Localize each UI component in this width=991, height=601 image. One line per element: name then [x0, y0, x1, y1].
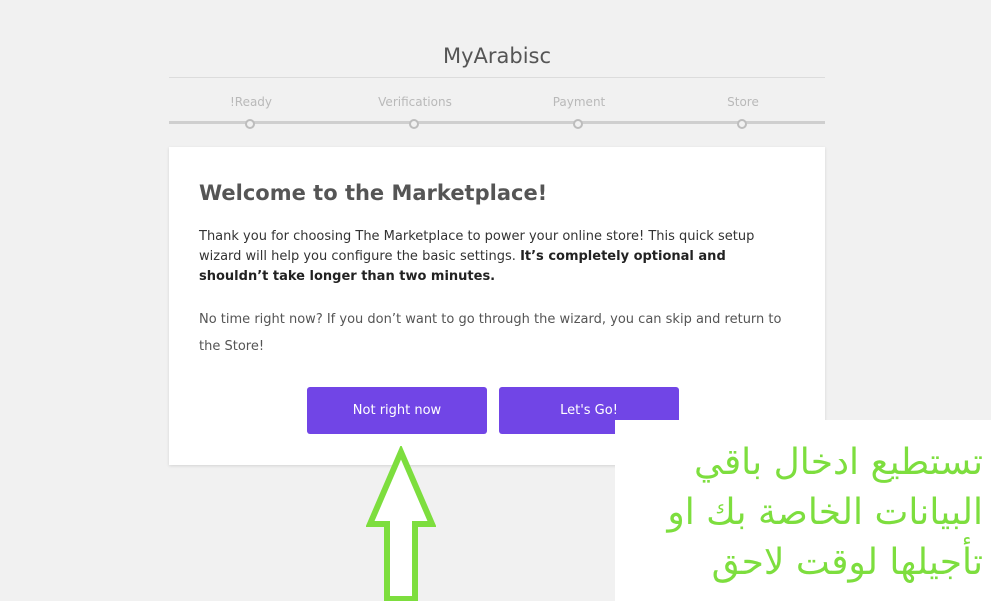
step-verifications: Verifications: [333, 94, 497, 130]
up-arrow-icon: [366, 446, 436, 601]
site-title: MyArabisc: [442, 44, 552, 68]
not-right-now-button[interactable]: Not right now: [307, 387, 487, 434]
step-payment-label: Payment: [552, 95, 606, 109]
step-ready: !Ready: [169, 94, 333, 130]
step-store-dot: [737, 119, 747, 129]
step-payment: Payment: [497, 94, 661, 130]
step-store: Store: [661, 94, 825, 130]
welcome-heading: Welcome to the Marketplace!: [199, 181, 548, 205]
annotation-note: تستطيع ادخال باقي البيانات الخاصة بك او …: [615, 420, 991, 601]
title-divider: [169, 77, 825, 78]
welcome-card: Welcome to the Marketplace! Thank you fo…: [169, 147, 825, 465]
welcome-intro: Thank you for choosing The Marketplace t…: [199, 227, 797, 287]
step-verifications-label: Verifications: [378, 95, 452, 109]
step-store-label: Store: [727, 95, 759, 109]
step-ready-label: !Ready: [229, 95, 273, 109]
skip-explanation: No time right now? If you don’t want to …: [199, 312, 782, 354]
step-verifications-dot: [409, 119, 419, 129]
annotation-note-text: تستطيع ادخال باقي البيانات الخاصة بك او …: [667, 442, 983, 583]
step-ready-dot: [245, 119, 255, 129]
step-payment-dot: [573, 119, 583, 129]
setup-steps: !Ready Verifications Payment Store: [169, 94, 825, 130]
